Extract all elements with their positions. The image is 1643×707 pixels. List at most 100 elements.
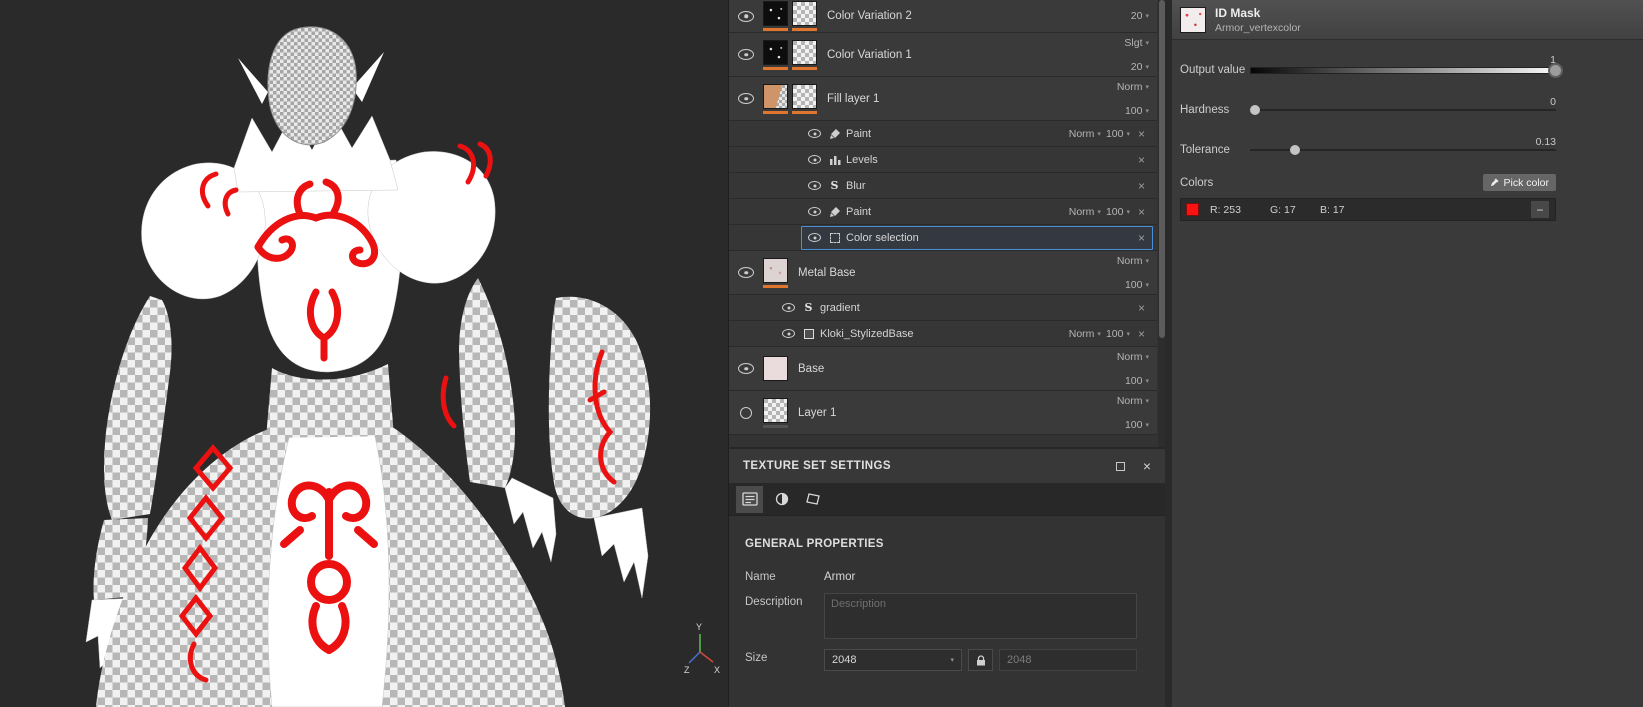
layer-mask-thumbnail[interactable] bbox=[792, 83, 817, 114]
hardness-slider-knob[interactable] bbox=[1250, 105, 1260, 115]
layer-thumbnail[interactable] bbox=[763, 39, 788, 70]
size-label: Size bbox=[745, 652, 768, 664]
layer-name: Fill layer 1 bbox=[827, 92, 880, 105]
effect-row-blur[interactable]: S Blur × bbox=[729, 173, 1157, 199]
viewport-3d[interactable]: Y Z X bbox=[0, 0, 728, 707]
visibility-eye-icon[interactable] bbox=[780, 300, 797, 316]
lock-icon[interactable] bbox=[968, 649, 993, 671]
blend-mode-dropdown[interactable]: Norm bbox=[1117, 255, 1149, 267]
tab-channels[interactable] bbox=[768, 486, 795, 513]
pick-color-button[interactable]: Pick color bbox=[1483, 174, 1556, 191]
paint-brush-icon bbox=[828, 206, 841, 218]
effect-row-gradient[interactable]: S gradient × bbox=[729, 295, 1157, 321]
blend-mode-dropdown[interactable]: Norm bbox=[1117, 81, 1149, 93]
layer-mask-thumbnail[interactable] bbox=[792, 39, 817, 70]
texture-set-tabbar bbox=[729, 483, 1165, 516]
effect-row-kloki-stylizedbase[interactable]: Kloki_StylizedBase Norm 100 × bbox=[729, 321, 1157, 347]
blend-mode-dropdown[interactable]: Norm bbox=[1117, 395, 1149, 407]
close-icon[interactable]: × bbox=[1135, 179, 1148, 193]
effect-name: Levels bbox=[846, 153, 878, 166]
layer-row-base[interactable]: Base Norm 100 bbox=[729, 347, 1157, 391]
visibility-eye-icon[interactable] bbox=[738, 405, 755, 421]
visibility-eye-icon[interactable] bbox=[806, 126, 823, 142]
layer-thumbnail[interactable] bbox=[763, 356, 788, 381]
opacity-dropdown[interactable]: 100 bbox=[1125, 419, 1149, 431]
layer-row-metal-base[interactable]: Metal Base Norm 100 bbox=[729, 251, 1157, 295]
description-field[interactable] bbox=[824, 593, 1137, 639]
opacity-dropdown[interactable]: 20 bbox=[1131, 61, 1149, 73]
opacity-dropdown[interactable]: 100 bbox=[1125, 105, 1149, 117]
properties-subtitle: Armor_vertexcolor bbox=[1215, 21, 1301, 34]
visibility-eye-icon[interactable] bbox=[738, 8, 755, 24]
effect-name: Blur bbox=[846, 179, 866, 192]
layer-mask-thumbnail[interactable] bbox=[792, 1, 817, 31]
size-select[interactable]: 2048 bbox=[824, 649, 962, 671]
opacity-dropdown[interactable]: 100 bbox=[1125, 375, 1149, 387]
output-value-slider[interactable] bbox=[1250, 62, 1563, 78]
layer-row-color-variation-2[interactable]: Color Variation 2 20 bbox=[729, 0, 1157, 33]
maximize-icon[interactable] bbox=[1115, 461, 1125, 471]
axis-gizmo[interactable]: Y Z X bbox=[676, 620, 728, 678]
layer-row-color-variation-1[interactable]: Color Variation 1 Slgt 20 bbox=[729, 33, 1157, 77]
visibility-eye-icon[interactable] bbox=[806, 152, 823, 168]
opacity-dropdown[interactable]: 100 bbox=[1106, 328, 1130, 340]
visibility-eye-icon[interactable] bbox=[738, 361, 755, 377]
tolerance-value-number[interactable]: 0.13 bbox=[1536, 136, 1556, 148]
tab-mesh[interactable] bbox=[800, 486, 827, 513]
effect-name: Color selection bbox=[846, 231, 919, 244]
close-icon[interactable]: × bbox=[1143, 458, 1151, 474]
blend-mode-dropdown[interactable]: Norm bbox=[1069, 328, 1101, 340]
effect-row-paint[interactable]: Paint Norm 100 × bbox=[729, 199, 1157, 225]
properties-title: ID Mask bbox=[1215, 5, 1261, 20]
visibility-eye-icon[interactable] bbox=[738, 91, 755, 107]
close-icon[interactable]: × bbox=[1135, 231, 1148, 245]
layer-thumbnail[interactable] bbox=[763, 83, 788, 114]
tolerance-slider[interactable] bbox=[1250, 145, 1556, 155]
effect-row-color-selection[interactable]: Color selection × bbox=[729, 225, 1157, 251]
output-value-slider-knob[interactable] bbox=[1548, 62, 1563, 78]
effect-row-paint[interactable]: Paint Norm 100 × bbox=[729, 121, 1157, 147]
layer-thumbnail[interactable] bbox=[763, 257, 788, 288]
opacity-dropdown[interactable]: 20 bbox=[1131, 10, 1149, 22]
visibility-eye-icon[interactable] bbox=[806, 178, 823, 194]
layer-thumbnail[interactable] bbox=[763, 1, 788, 31]
close-icon[interactable]: × bbox=[1135, 205, 1148, 219]
blend-mode-dropdown[interactable]: Norm bbox=[1069, 206, 1101, 218]
tolerance-label: Tolerance bbox=[1180, 144, 1230, 156]
remove-color-button[interactable]: − bbox=[1530, 200, 1550, 219]
blend-mode-dropdown[interactable]: Norm bbox=[1069, 128, 1101, 140]
layer-row-fill-layer-1[interactable]: Fill layer 1 Norm 100 bbox=[729, 77, 1157, 121]
visibility-eye-icon[interactable] bbox=[780, 326, 797, 342]
opacity-dropdown[interactable]: 100 bbox=[1106, 128, 1130, 140]
layer-row-layer-1[interactable]: Layer 1 Norm 100 bbox=[729, 391, 1157, 435]
name-value[interactable]: Armor bbox=[824, 568, 855, 583]
layers-scrollbar-track[interactable] bbox=[1158, 0, 1165, 447]
close-icon[interactable]: × bbox=[1135, 153, 1148, 167]
visibility-eye-icon[interactable] bbox=[738, 47, 755, 63]
visibility-eye-icon[interactable] bbox=[738, 265, 755, 281]
blend-mode-dropdown[interactable]: Slgt bbox=[1124, 37, 1149, 49]
tolerance-slider-knob[interactable] bbox=[1289, 145, 1300, 155]
opacity-dropdown[interactable]: 100 bbox=[1125, 279, 1149, 291]
layers-scrollbar-thumb[interactable] bbox=[1158, 0, 1165, 338]
color-green-value: G: 17 bbox=[1270, 203, 1296, 216]
close-icon[interactable]: × bbox=[1135, 327, 1148, 341]
opacity-dropdown[interactable]: 100 bbox=[1106, 206, 1130, 218]
layer-thumbnail[interactable] bbox=[763, 397, 788, 428]
tab-general-settings[interactable] bbox=[736, 485, 763, 513]
hardness-slider[interactable] bbox=[1250, 105, 1556, 115]
hardness-value-number[interactable]: 0 bbox=[1550, 96, 1556, 108]
size-linked-field[interactable]: 2048 bbox=[999, 649, 1137, 671]
visibility-eye-icon[interactable] bbox=[806, 230, 823, 246]
name-label: Name bbox=[745, 571, 776, 583]
description-label: Description bbox=[745, 596, 803, 608]
close-icon[interactable]: × bbox=[1135, 301, 1148, 315]
blend-mode-dropdown[interactable]: Norm bbox=[1117, 351, 1149, 363]
visibility-eye-icon[interactable] bbox=[806, 204, 823, 220]
color-red-value: R: 253 bbox=[1210, 203, 1241, 216]
color-entry-row[interactable]: R: 253 G: 17 B: 17 − bbox=[1180, 198, 1556, 221]
close-icon[interactable]: × bbox=[1135, 127, 1148, 141]
effect-row-levels[interactable]: Levels × bbox=[729, 147, 1157, 173]
output-value-label: Output value bbox=[1180, 64, 1246, 76]
color-swatch[interactable] bbox=[1186, 203, 1199, 216]
